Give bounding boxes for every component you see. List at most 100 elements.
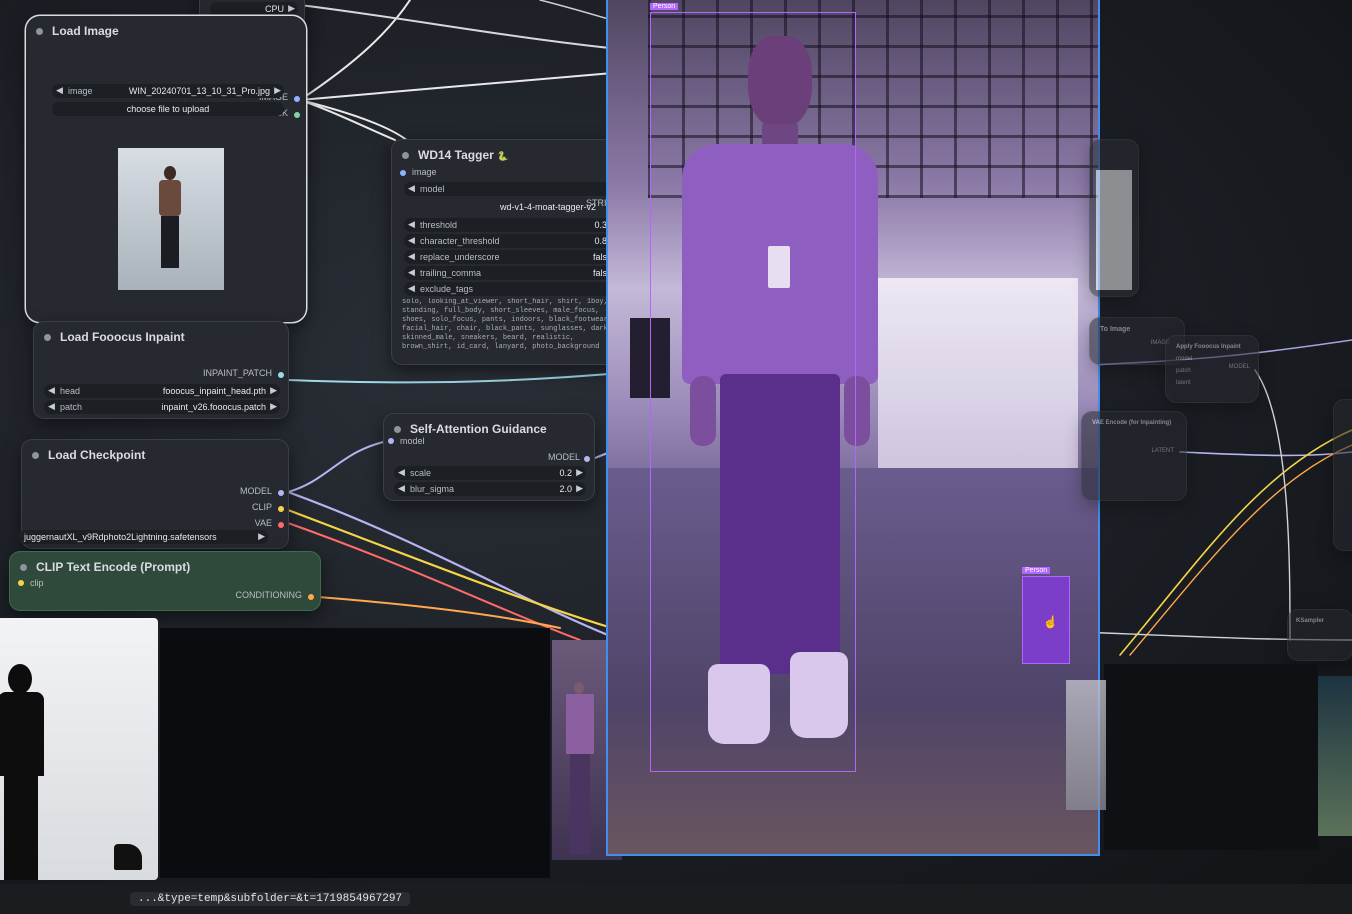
node-collapse-dot[interactable]	[44, 334, 51, 341]
right-wire-2	[1179, 451, 1352, 457]
model-wire-out	[286, 490, 622, 642]
blur-sigma-value: 2.0	[559, 484, 572, 494]
latent-output-label: LATENT	[1151, 448, 1174, 454]
chevron-right-icon: ▶	[270, 385, 277, 395]
scale-value: 0.2	[559, 468, 572, 478]
self-attention-guidance-node[interactable]: Self-Attention Guidance model MODEL ◀ sc…	[384, 414, 594, 500]
input-model-label: model	[400, 436, 425, 446]
chevron-left-icon: ◀	[408, 219, 415, 229]
chevron-right-icon: ▶	[258, 531, 265, 541]
chevron-right-icon: ▶	[576, 483, 583, 493]
wd14-widget-row[interactable]: ◀threshold0.35▶	[404, 218, 626, 232]
chevron-right-icon: ▶	[274, 85, 281, 95]
wd14-widget-row[interactable]: ◀replace_underscorefalse▶	[404, 250, 626, 264]
node-title: Self-Attention Guidance	[410, 422, 547, 436]
checkpoint-value: juggernautXL_v9Rdphoto2Lightning.safeten…	[24, 532, 217, 542]
python-badge-icon: 🐍	[497, 151, 509, 161]
chevron-left-icon: ◀	[408, 251, 415, 261]
chevron-left-icon: ◀	[408, 267, 415, 277]
input-model-pin[interactable]	[388, 438, 394, 444]
model-label: model	[420, 184, 445, 194]
node-title: Load Checkpoint	[48, 448, 146, 462]
right-edge-node[interactable]	[1334, 400, 1352, 550]
dark-preview-panel	[160, 628, 550, 878]
preview-image-panel[interactable]: Person Person ☝	[606, 0, 1100, 856]
cpu-wire	[299, 4, 649, 53]
head-select[interactable]: ◀ head fooocus_inpaint_head.pth ▶	[44, 384, 280, 398]
input-image-pin[interactable]	[400, 170, 406, 176]
widget-label: replace_underscore	[420, 252, 500, 262]
scale-slider[interactable]: ◀ scale 0.2 ▶	[394, 466, 586, 480]
node-title: Apply Fooocus Inpaint	[1176, 344, 1241, 350]
node-title: WD14 Tagger 🐍	[418, 148, 509, 162]
clip-text-encode-node[interactable]: CLIP Text Encode (Prompt) clip CONDITION…	[10, 552, 320, 610]
to-image-node[interactable]	[1090, 140, 1138, 296]
widget-label: threshold	[420, 220, 458, 230]
output-mask-pin[interactable]	[294, 112, 300, 118]
node-collapse-dot[interactable]	[394, 426, 401, 433]
clip-wire	[286, 508, 614, 630]
node-title: Load Image	[52, 24, 119, 38]
model-wire-sag	[287, 439, 393, 493]
input-image-label: image	[412, 167, 437, 177]
chevron-left-icon: ◀	[408, 283, 415, 293]
load-image-node[interactable]: Load Image IMAGE MASK ◀ image WIN_202407…	[26, 16, 306, 322]
chevron-left-icon: ◀	[408, 235, 415, 245]
image-filename: WIN_20240701_13_10_31_Pro.jpg	[128, 86, 270, 96]
load-checkpoint-node[interactable]: Load Checkpoint MODEL CLIP VAE juggernau…	[18, 440, 288, 548]
image-select[interactable]: ◀ image WIN_20240701_13_10_31_Pro.jpg ▶	[52, 84, 284, 98]
wd14-widget-row[interactable]: ◀trailing_commafalse▶	[404, 266, 626, 280]
wd14-widget-row[interactable]: ◀character_threshold0.85▶	[404, 234, 626, 248]
node-title: To Image	[1100, 326, 1131, 333]
widget-label: trailing_comma	[420, 268, 482, 278]
output-conditioning-pin[interactable]	[308, 594, 314, 600]
node-collapse-dot[interactable]	[32, 452, 39, 459]
output-clip-pin[interactable]	[278, 506, 284, 512]
sampler-node[interactable]: KSampler	[1288, 610, 1352, 660]
output-model-pin[interactable]	[278, 490, 284, 496]
detection-box-person: Person	[650, 3, 856, 772]
image-thumbnail	[118, 148, 224, 290]
output-vae-pin[interactable]	[278, 522, 284, 528]
apply-patch-label: patch	[1176, 368, 1191, 374]
node-canvas[interactable]: CPU ▶ Load Image IMAGE MASK ◀ image WIN_…	[0, 0, 1352, 914]
widget-label: character_threshold	[420, 236, 500, 246]
inpaint-encode-node[interactable]: VAE Encode (for Inpainting) LATENT	[1082, 412, 1186, 500]
partial-preview-strip	[1066, 680, 1106, 810]
model-select[interactable]: ◀ model	[404, 182, 626, 196]
wd14-widget-row[interactable]: ◀exclude_tags▶	[404, 282, 626, 296]
output-model-pin[interactable]	[584, 456, 590, 462]
output-model-label: MODEL	[239, 486, 272, 496]
output-image-pin[interactable]	[294, 96, 300, 102]
checkpoint-select[interactable]: juggernautXL_v9Rdphoto2Lightning.safeten…	[18, 530, 268, 544]
output-model-label: MODEL	[547, 452, 580, 462]
image-wire-1	[299, 0, 411, 101]
patch-label: patch	[60, 402, 83, 412]
blur-sigma-slider[interactable]: ◀ blur_sigma 2.0 ▶	[394, 482, 586, 496]
inpaint-patch-wire	[287, 371, 633, 384]
chevron-right-icon: ▶	[576, 467, 583, 477]
model-value-row[interactable]: wd-v1-4-moat-tagger-v2	[404, 200, 626, 214]
node-collapse-dot[interactable]	[36, 28, 43, 35]
conditioning-wire	[317, 596, 561, 629]
patch-select[interactable]: ◀ patch inpaint_v26.fooocus.patch ▶	[44, 400, 280, 414]
load-fooocus-inpaint-node[interactable]: Load Fooocus Inpaint INPAINT_PATCH ◀ hea…	[34, 322, 288, 418]
widget-label: exclude_tags	[420, 284, 474, 294]
right-preview-thumb	[1318, 676, 1352, 836]
apply-fooocus-inpaint-node[interactable]: Apply Fooocus Inpaint model patch latent…	[1166, 336, 1258, 402]
device-select[interactable]: CPU ▶	[210, 2, 298, 16]
node-collapse-dot[interactable]	[402, 152, 409, 159]
scale-label: scale	[410, 468, 432, 478]
cursor-hand-icon: ☝	[1043, 615, 1058, 629]
input-clip-pin[interactable]	[18, 580, 24, 586]
upload-button[interactable]: choose file to upload	[52, 102, 284, 116]
output-inpaint-patch-pin[interactable]	[278, 372, 284, 378]
node-title: Load Fooocus Inpaint	[60, 330, 185, 344]
detection-label-person: Person	[650, 3, 679, 10]
chevron-left-icon: ◀	[398, 467, 405, 477]
wd14-tagger-node[interactable]: WD14 Tagger 🐍 image STRING ◀ model wd-v1…	[392, 140, 636, 364]
chevron-left-icon: ◀	[398, 483, 405, 493]
chevron-right-icon: ▶	[270, 401, 277, 411]
node-collapse-dot[interactable]	[20, 564, 27, 571]
vae-wire	[287, 522, 581, 641]
